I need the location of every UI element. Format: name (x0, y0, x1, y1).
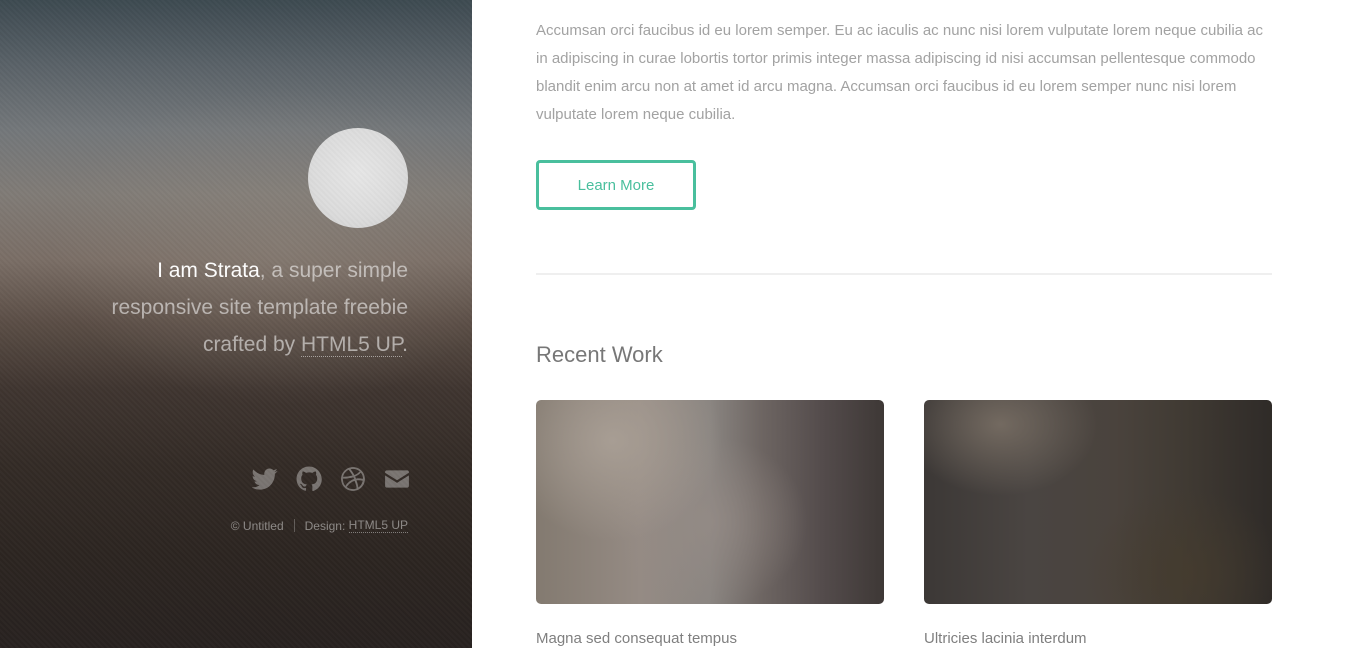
copyright: © Untitled Design: HTML5 UP (231, 518, 408, 533)
avatar (308, 128, 408, 228)
design-credit-link[interactable]: HTML5 UP (348, 518, 408, 533)
copyright-text: © Untitled (230, 518, 284, 533)
intro-text: I am Strata, a super simple responsive s… (78, 252, 408, 363)
section-title: Recent Work (536, 342, 663, 367)
work-thumbnail-1[interactable] (536, 400, 884, 604)
dribbble-icon[interactable] (339, 465, 366, 492)
main-content: Accumsan orci faucibus id eu lorem sempe… (472, 0, 1350, 648)
design-label: Design: (304, 518, 346, 533)
copyright-separator (293, 519, 295, 532)
work-thumbnail-2[interactable] (924, 400, 1272, 604)
intro-text-after-link: . (402, 333, 408, 356)
site-header: I am Strata, a super simple responsive s… (0, 0, 472, 648)
work-title-1: Magna sed consequat tempus (536, 630, 737, 647)
learn-more-button[interactable]: Learn More (536, 160, 696, 210)
envelope-icon[interactable] (383, 465, 410, 492)
twitter-icon[interactable] (251, 465, 278, 492)
intro-name: I am Strata (157, 259, 260, 282)
section-divider (536, 273, 1272, 275)
github-icon[interactable] (295, 465, 322, 492)
html5up-link[interactable]: HTML5 UP (301, 333, 403, 357)
work-title-2: Ultricies lacinia interdum (924, 630, 1087, 647)
social-icons (251, 465, 410, 492)
intro-paragraph: Accumsan orci faucibus id eu lorem sempe… (536, 22, 1264, 123)
